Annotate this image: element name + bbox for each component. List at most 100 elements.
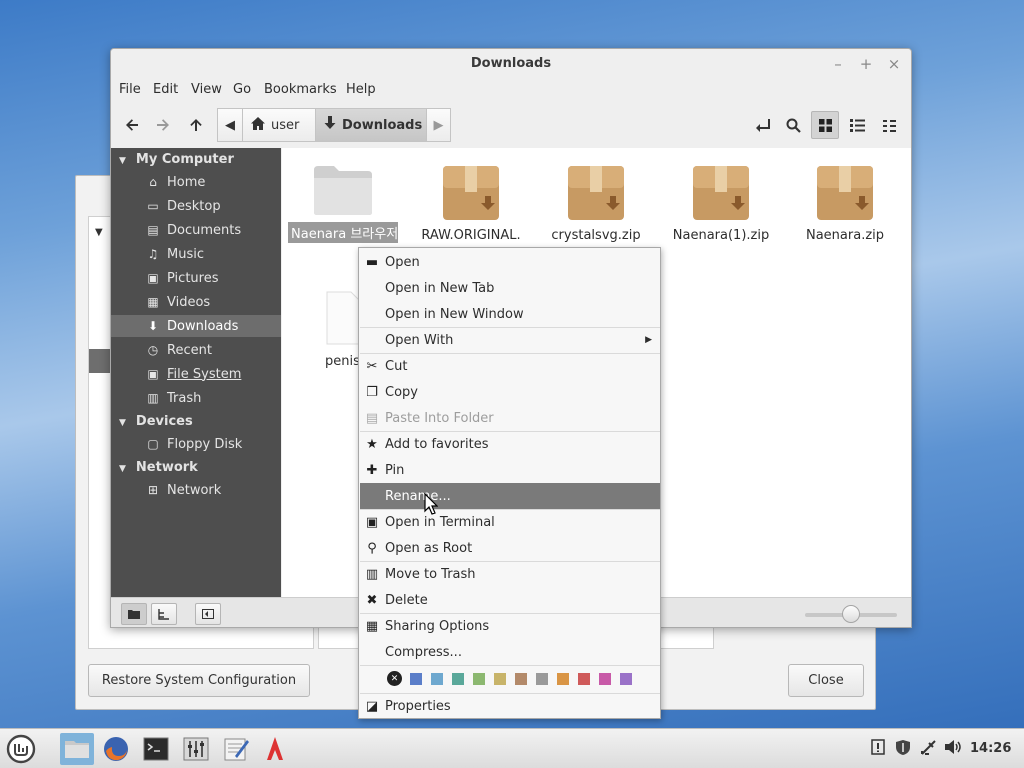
breadcrumb-left-arrow[interactable]: ◀ — [217, 108, 243, 142]
sidebar-item-home[interactable]: ⌂ Home — [111, 171, 281, 193]
tag-color-swatch[interactable] — [536, 673, 548, 685]
mixer-icon[interactable] — [179, 733, 213, 765]
sidebar-item-pictures[interactable]: ▣ Pictures — [111, 267, 281, 289]
show-tree-icon[interactable] — [151, 603, 177, 625]
menu-item-open-in-terminal[interactable]: ▣ Open in Terminal — [360, 509, 660, 535]
tag-color-swatch[interactable] — [494, 673, 506, 685]
minimize-button[interactable]: – — [828, 54, 848, 74]
title-bar[interactable]: Downloads – + × — [111, 49, 911, 79]
sidebar-section-network[interactable]: ▼ Network — [119, 460, 198, 475]
menu-item-delete[interactable]: ✖ Delete — [360, 587, 660, 613]
breadcrumb-right-arrow[interactable]: ▶ — [426, 108, 451, 142]
sidebar-item-documents[interactable]: ▤ Documents — [111, 219, 281, 241]
expand-triangle-icon[interactable]: ▼ — [95, 227, 103, 238]
list-view-icon[interactable] — [843, 111, 871, 139]
menu-item-open-with[interactable]: Open With ▶ — [360, 327, 660, 353]
clock[interactable]: 14:26 — [970, 741, 1011, 756]
tag-color-swatch[interactable] — [599, 673, 611, 685]
tag-color-swatch[interactable] — [431, 673, 443, 685]
tag-color-swatch[interactable] — [578, 673, 590, 685]
tag-color-swatch[interactable] — [410, 673, 422, 685]
breadcrumb-user[interactable]: user — [242, 108, 316, 142]
sidebar-item-videos[interactable]: ▦ Videos — [111, 291, 281, 313]
menu-item-rename[interactable]: Rename... — [360, 483, 660, 509]
sidebar-item-recent[interactable]: ◷ Recent — [111, 339, 281, 361]
forward-arrow-icon[interactable] — [149, 111, 177, 139]
menu-item-open-as-root[interactable]: ⚲ Open as Root — [360, 535, 660, 561]
menu-item-label: Open in New Tab — [385, 280, 495, 296]
editor-icon[interactable] — [219, 733, 253, 765]
file-item-archive[interactable]: crystalsvg.zip — [538, 162, 654, 243]
menu-item-compress[interactable]: Compress... — [360, 639, 660, 665]
sidebar-item-file-system[interactable]: ▣ File System — [111, 363, 281, 385]
tag-color-swatch[interactable] — [620, 673, 632, 685]
file-item-folder[interactable]: Naenara 브라우저 — [285, 162, 401, 247]
firefox-icon[interactable] — [99, 733, 133, 765]
tag-color-swatch[interactable] — [473, 673, 485, 685]
breadcrumb-downloads[interactable]: Downloads — [315, 108, 427, 142]
file-item-archive[interactable]: RAW.ORIGINAL. — [413, 162, 529, 243]
file-item-archive[interactable]: Naenara.zip — [787, 162, 903, 243]
menu-item-paste-into-folder[interactable]: ▤ Paste Into Folder — [360, 405, 660, 431]
window-close-button[interactable]: × — [884, 54, 904, 74]
menu-item-label: Open as Root — [385, 540, 473, 556]
terminal-icon[interactable] — [139, 733, 173, 765]
network-status-icon[interactable] — [920, 739, 937, 760]
menu-edit[interactable]: Edit — [153, 82, 178, 97]
videos-icon: ▦ — [147, 295, 159, 309]
menu-item-label: Open — [385, 254, 420, 270]
menu-item-label: Move to Trash — [385, 566, 476, 582]
close-button[interactable]: Close — [788, 664, 864, 697]
menu-item-open[interactable]: ▬ Open — [360, 249, 660, 275]
menu-item-pin[interactable]: ✚ Pin — [360, 457, 660, 483]
sidebar-item-floppy-disk[interactable]: ▢ Floppy Disk — [111, 433, 281, 455]
menu-item-cut[interactable]: ✂ Cut — [360, 353, 660, 379]
menu-item-open-in-new-tab[interactable]: Open in New Tab — [360, 275, 660, 301]
collapse-triangle-icon: ▼ — [119, 418, 126, 428]
zoom-slider-handle[interactable] — [842, 605, 860, 623]
menu-icon[interactable] — [4, 733, 38, 765]
trash-icon: ▥ — [365, 566, 379, 582]
menu-go[interactable]: Go — [233, 82, 251, 97]
menu-view[interactable]: View — [191, 82, 222, 97]
tag-color-swatch[interactable] — [452, 673, 464, 685]
notification-icon[interactable] — [871, 739, 885, 759]
menu-bookmarks[interactable]: Bookmarks — [264, 82, 337, 97]
shield-icon[interactable] — [895, 739, 911, 760]
menu-item-sharing-options[interactable]: ▦ Sharing Options — [360, 613, 660, 639]
tag-color-swatch[interactable] — [515, 673, 527, 685]
sidebar-section-my-computer[interactable]: ▼ My Computer — [119, 152, 234, 167]
sidebar-item-trash[interactable]: ▥ Trash — [111, 387, 281, 409]
up-arrow-icon[interactable] — [182, 111, 210, 139]
toggle-location-icon[interactable] — [749, 111, 777, 139]
compact-view-icon[interactable] — [875, 111, 903, 139]
back-arrow-icon[interactable] — [118, 111, 146, 139]
pin-icon: ✚ — [366, 462, 378, 478]
app-icon[interactable] — [258, 733, 292, 765]
sidebar-item-music[interactable]: ♫ Music — [111, 243, 281, 265]
sidebar-item-desktop[interactable]: ▭ Desktop — [111, 195, 281, 217]
icon-view-icon[interactable] — [811, 111, 839, 139]
files-icon[interactable] — [60, 733, 94, 765]
show-places-icon[interactable] — [121, 603, 147, 625]
download-arrow-icon — [324, 116, 336, 134]
restore-system-configuration-button[interactable]: Restore System Configuration — [88, 664, 310, 697]
menu-item-properties[interactable]: ◪ Properties — [360, 693, 660, 719]
sidebar-section-devices[interactable]: ▼ Devices — [119, 414, 193, 429]
search-icon[interactable] — [779, 111, 807, 139]
clear-tag-icon[interactable]: ✕ — [387, 671, 402, 686]
menu-item-add-to-favorites[interactable]: ★ Add to favorites — [360, 431, 660, 457]
hide-sidebar-icon[interactable] — [195, 603, 221, 625]
menu-help[interactable]: Help — [346, 82, 376, 97]
menu-file[interactable]: File — [119, 82, 141, 97]
volume-icon[interactable] — [944, 739, 962, 759]
tag-color-swatch[interactable] — [557, 673, 569, 685]
sidebar-section-title: Devices — [135, 414, 193, 429]
sidebar-item-downloads[interactable]: ⬇ Downloads — [111, 315, 281, 337]
menu-item-copy[interactable]: ❐ Copy — [360, 379, 660, 405]
file-item-archive[interactable]: Naenara(1).zip — [663, 162, 779, 243]
menu-item-move-to-trash[interactable]: ▥ Move to Trash — [360, 561, 660, 587]
maximize-button[interactable]: + — [856, 54, 876, 74]
sidebar-item-network[interactable]: ⊞ Network — [111, 479, 281, 501]
menu-item-open-in-new-window[interactable]: Open in New Window — [360, 301, 660, 327]
